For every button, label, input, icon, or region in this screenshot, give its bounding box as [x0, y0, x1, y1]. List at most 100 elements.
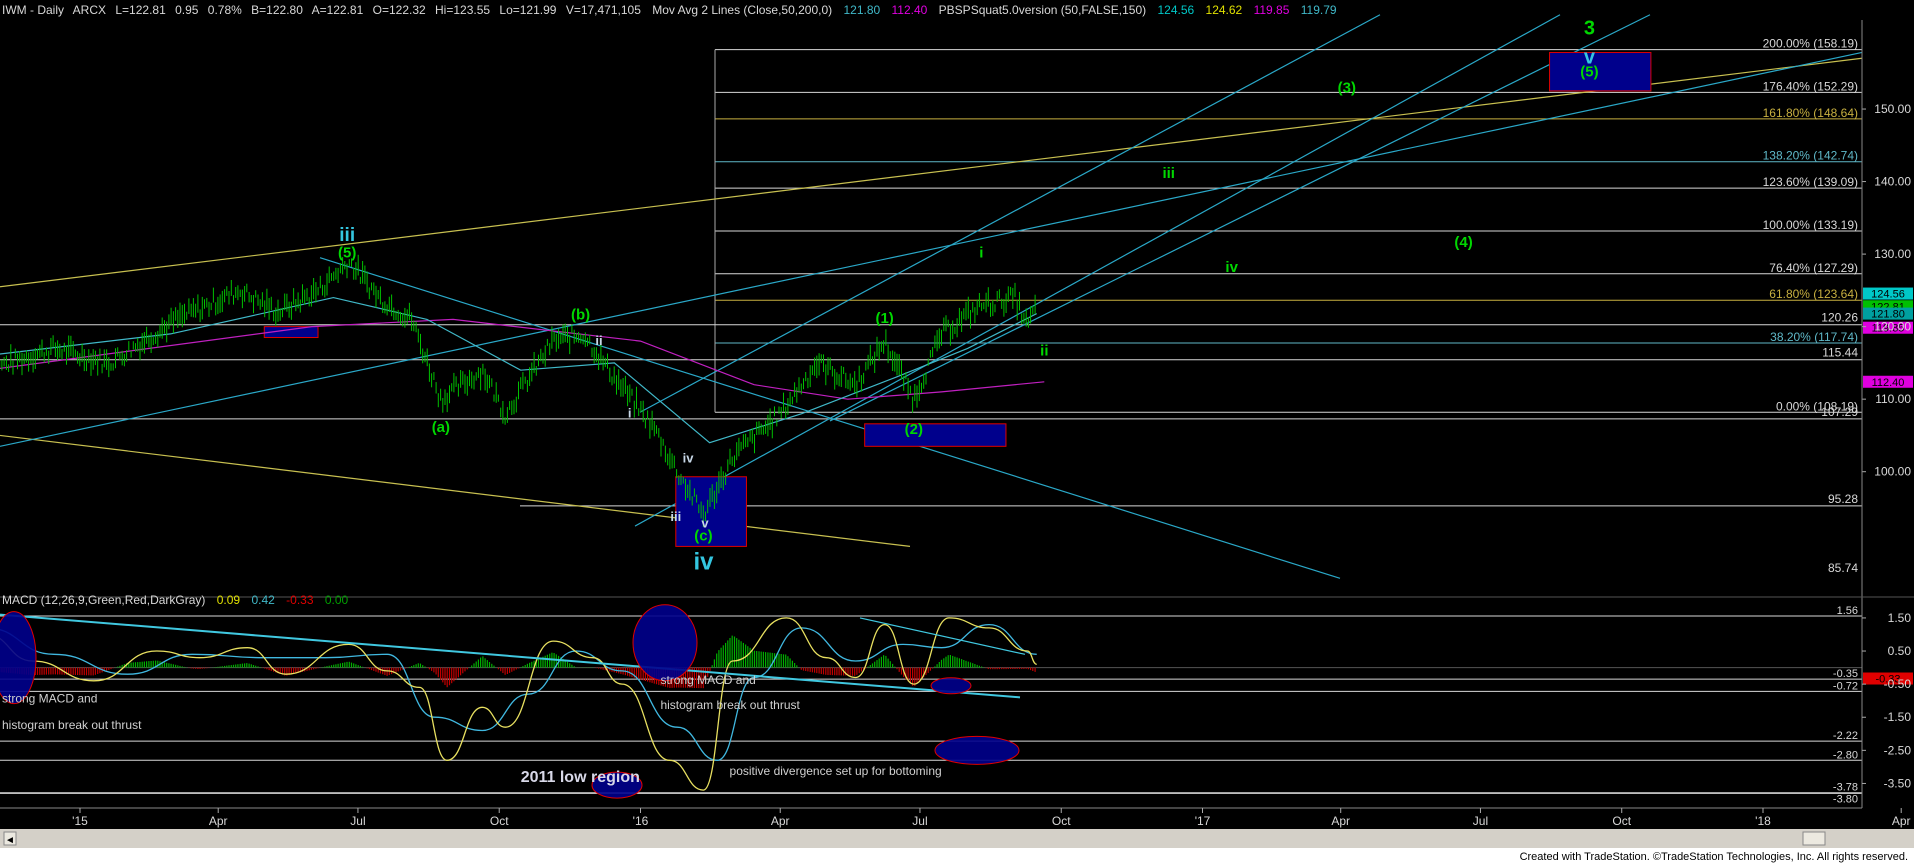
x-axis-label: '18: [1755, 814, 1771, 828]
x-axis-label: Jul: [350, 814, 365, 828]
region-label: 2011 low region: [521, 769, 640, 786]
wave-label-white: ii: [595, 333, 602, 348]
wave-label-white: i: [628, 405, 632, 420]
header-volume: V=17,471,105: [566, 3, 641, 17]
wave-label-white: v: [701, 516, 709, 531]
macd-value-1: 0.09: [217, 593, 241, 607]
macd-axis-label: -0.50: [1884, 677, 1912, 691]
header-change-pct: 0.78%: [208, 3, 242, 17]
macd-axis-label: 0.50: [1888, 644, 1912, 658]
header-ask: A=122.81: [312, 3, 364, 17]
macd-level-label: -0.35: [1833, 668, 1858, 680]
x-axis-label: Jul: [1473, 814, 1488, 828]
fib-level-label: 123.60% (139.09): [1763, 175, 1858, 189]
x-axis-label: Apr: [771, 814, 790, 828]
wave-label-green: i: [979, 245, 983, 262]
horizontal-level-label: 85.74: [1828, 561, 1858, 575]
macd-axis-label: -1.50: [1884, 710, 1912, 724]
x-axis-label: Oct: [1612, 814, 1631, 828]
wave-target-box: [864, 423, 1007, 447]
macd-annotation: strong MACD and: [660, 673, 755, 687]
horizontal-scrollbar[interactable]: [0, 829, 1914, 848]
macd-level-label: 1.56: [1837, 605, 1858, 617]
macd-level-label: -0.72: [1833, 680, 1858, 692]
macd-label: MACD (12,26,9,Green,Red,DarkGray): [2, 593, 205, 607]
header-pbs-1: 124.56: [1157, 3, 1194, 17]
price-axis-label: 120.00: [1874, 320, 1911, 334]
price-axis-label: 110.00: [1875, 392, 1911, 406]
footer-credit: Created with TradeStation. ©TradeStation…: [1519, 851, 1908, 863]
fib-level-label: 138.20% (142.74): [1763, 149, 1858, 163]
wave-label-green: (2): [905, 421, 923, 438]
macd-value-2: 0.42: [251, 593, 275, 607]
wave-label-green: (5): [338, 245, 356, 262]
macd-axis-label: -3.50: [1884, 776, 1912, 790]
macd-value-3: -0.33: [286, 593, 314, 607]
price-tag-label: 112.40: [1872, 377, 1905, 389]
horizontal-level-label: 115.44: [1822, 346, 1858, 360]
header-pbs-3: 119.85: [1254, 3, 1290, 17]
wave-label-blue: v: [1584, 46, 1596, 68]
wave-label-white: iv: [683, 450, 695, 465]
wave-label-green: ii: [1040, 343, 1048, 360]
x-axis-label: Oct: [1052, 814, 1071, 828]
macd-level-label: -2.80: [1833, 749, 1858, 761]
scroll-thumb[interactable]: [1802, 831, 1826, 846]
macd-annotation: positive divergence set up for bottoming: [730, 764, 942, 778]
x-axis-label: Apr: [1892, 814, 1911, 828]
scroll-left-icon: ◄: [5, 835, 15, 846]
horizontal-level-label: 107.29: [1821, 405, 1858, 419]
fib-level-label: 100.00% (133.19): [1763, 218, 1858, 232]
header-symbol: IWM - Daily: [2, 3, 64, 17]
fib-level-label: 38.20% (117.74): [1770, 330, 1858, 344]
price-axis-label: 140.00: [1874, 175, 1911, 189]
x-axis-label: Apr: [209, 814, 228, 828]
fib-level-label: 161.80% (148.64): [1763, 106, 1858, 120]
macd-level-label: -2.22: [1833, 730, 1858, 742]
fib-level-label: 61.80% (123.64): [1769, 287, 1858, 301]
header-low: Lo=121.99: [499, 3, 556, 17]
header-change: 0.95: [175, 3, 199, 17]
header-open: O=122.32: [373, 3, 426, 17]
wave-label-blue: iii: [339, 225, 355, 246]
header-mav-200: 112.40: [892, 3, 928, 17]
x-axis-label: Apr: [1331, 814, 1350, 828]
header-pbs-4: 119.79: [1301, 3, 1337, 17]
wave-label-green: (4): [1454, 234, 1472, 251]
header-pbs-name: PBSPSquat5.0version (50,FALSE,150): [939, 3, 1146, 17]
macd-annotation: strong MACD and: [2, 691, 97, 705]
price-axis-label: 130.00: [1874, 247, 1911, 261]
x-axis-label: '17: [1195, 814, 1211, 828]
divergence-ellipse: [632, 604, 698, 682]
wave-target-box: [1549, 51, 1652, 92]
wave-label-green: (3): [1338, 79, 1356, 96]
wave-label-blue: iv: [693, 549, 714, 576]
wave-label-white: iii: [670, 509, 681, 524]
price-tag-label: 124.56: [1871, 289, 1905, 301]
horizontal-level-label: 95.28: [1828, 492, 1858, 506]
fib-level-label: 76.40% (127.29): [1769, 261, 1858, 275]
macd-level-label: -3.78: [1833, 782, 1858, 794]
divergence-ellipse: [930, 677, 972, 695]
price-axis-label: 150.00: [1874, 102, 1911, 116]
x-axis-label: '16: [633, 814, 649, 828]
header-pbs-2: 124.62: [1206, 3, 1243, 17]
fib-level-label: 176.40% (152.29): [1763, 79, 1858, 93]
footer-bar: Created with TradeStation. ©TradeStation…: [0, 848, 1914, 866]
wave-label-green: (b): [571, 306, 590, 323]
macd-axis-label: 1.50: [1888, 611, 1912, 625]
stock-chart[interactable]: IWM - Daily ARCX L=122.81 0.95 0.78% B=1…: [0, 0, 1914, 866]
wave-label-green: (1): [875, 310, 893, 327]
horizontal-level-label: 120.26: [1821, 311, 1858, 325]
x-axis-label: '15: [72, 814, 88, 828]
macd-header: MACD (12,26,9,Green,Red,DarkGray) 0.09 0…: [2, 593, 349, 607]
x-axis-label: Jul: [912, 814, 927, 828]
header-bid: B=122.80: [251, 3, 303, 17]
header-mav-name: Mov Avg 2 Lines (Close,50,200,0): [652, 3, 832, 17]
header-high: Hi=123.55: [435, 3, 490, 17]
wave-label-green: iii: [1162, 165, 1175, 182]
wave-label-green: iv: [1225, 259, 1238, 276]
divergence-ellipse: [934, 735, 1020, 765]
wave-label-blue: 3: [1584, 17, 1595, 39]
macd-axis-label: -2.50: [1884, 743, 1912, 757]
